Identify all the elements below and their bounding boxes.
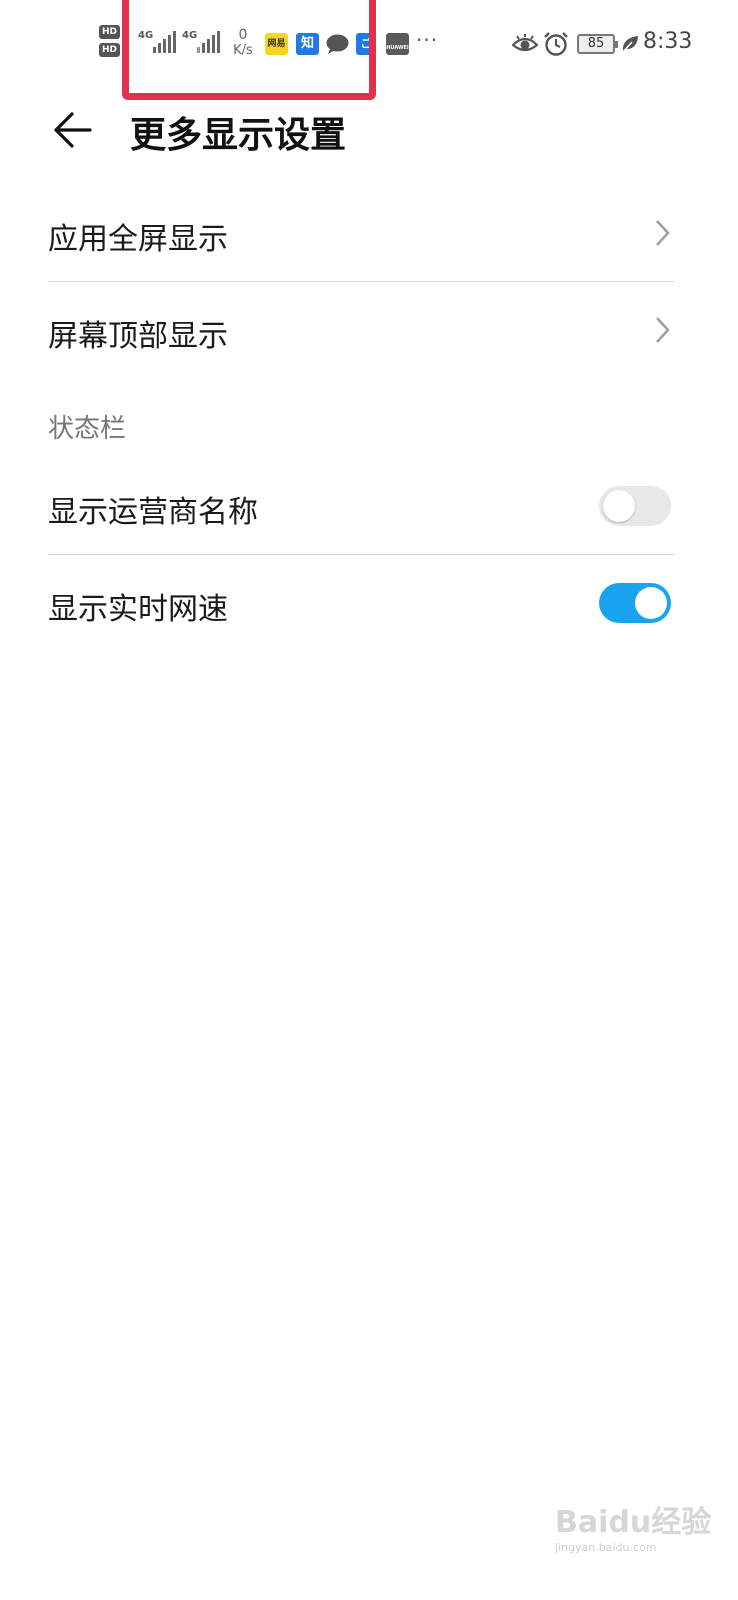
toggle-knob	[603, 490, 635, 522]
settings-screen: HD HD 4G 4G 0 K/s 网易 知 ご HUAWEI ··· 85 8…	[0, 0, 738, 1600]
alarm-clock-icon	[544, 32, 568, 56]
watermark-brand: Baidu经验	[555, 1505, 712, 1540]
divider	[48, 281, 675, 282]
eye-comfort-icon	[512, 34, 538, 52]
battery-indicator: 85	[577, 34, 618, 54]
show-speed-toggle[interactable]	[599, 583, 671, 623]
show-speed-label: 显示实时网速	[48, 592, 228, 627]
back-arrow-icon[interactable]	[52, 110, 92, 150]
show-carrier-row[interactable]: 显示运营商名称	[48, 463, 675, 553]
page-title: 更多显示设置	[130, 115, 347, 156]
hd-badge-sim2: HD	[99, 43, 120, 57]
top-display-label: 屏幕顶部显示	[48, 319, 228, 354]
fullscreen-display-label: 应用全屏显示	[48, 222, 228, 257]
status-time: 8:33	[643, 29, 693, 54]
toggle-knob	[635, 587, 667, 619]
baidu-watermark: Baidu经验 jingyan.baidu.com	[555, 1497, 715, 1567]
show-carrier-toggle[interactable]	[599, 486, 671, 526]
fullscreen-display-row[interactable]: 应用全屏显示	[48, 190, 675, 280]
highlight-annotation-box	[122, 0, 376, 100]
watermark-url: jingyan.baidu.com	[555, 1541, 657, 1554]
power-saving-leaf-icon	[622, 36, 638, 53]
more-notifications-icon: ···	[416, 28, 439, 52]
show-carrier-label: 显示运营商名称	[48, 495, 258, 530]
section-header-status-bar: 状态栏	[48, 414, 127, 444]
show-speed-row[interactable]: 显示实时网速	[48, 558, 675, 648]
chevron-right-icon	[656, 317, 670, 343]
chevron-right-icon	[656, 220, 670, 246]
status-bar: HD HD 4G 4G 0 K/s 网易 知 ご HUAWEI ··· 85 8…	[0, 0, 738, 100]
top-display-row[interactable]: 屏幕顶部显示	[48, 285, 675, 375]
hd-indicators: HD HD	[99, 25, 121, 61]
divider	[48, 554, 675, 555]
huawei-appgallery-icon: HUAWEI	[386, 33, 409, 55]
hd-badge-sim1: HD	[99, 25, 120, 39]
page-header: 更多显示设置	[0, 92, 738, 172]
